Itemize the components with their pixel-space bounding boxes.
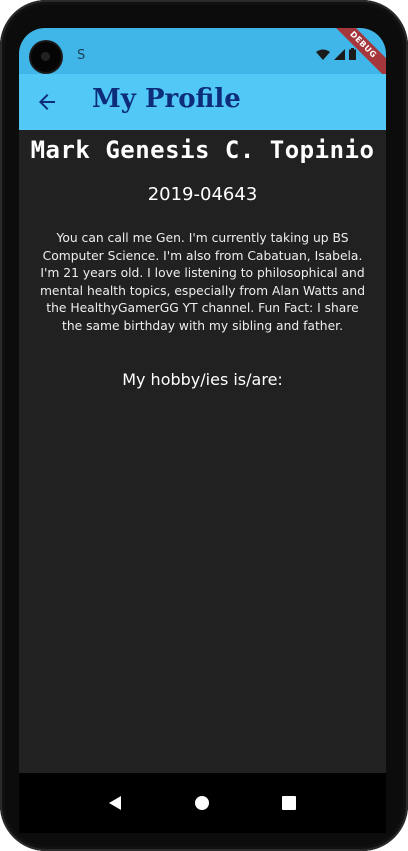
back-button[interactable] [35, 90, 59, 114]
camera-cutout [31, 42, 61, 72]
status-indicator: S [77, 48, 86, 63]
profile-name: Mark Genesis C. Topinio [30, 136, 375, 164]
home-circle-icon [195, 796, 209, 810]
arrow-back-icon [39, 94, 55, 110]
recents-square-icon [282, 796, 296, 810]
page-title: My Profile [92, 84, 241, 114]
profile-bio: You can call me Gen. I'm currently takin… [39, 231, 366, 333]
nav-recents-button[interactable] [275, 789, 303, 817]
wifi-icon [316, 49, 330, 60]
system-nav-bar [19, 773, 386, 833]
screen: S DEBUG My Profile Mark Genesis C. Topin… [19, 28, 386, 833]
hobbies-label: My hobby/ies is/are: [122, 370, 283, 389]
nav-home-button[interactable] [188, 789, 216, 817]
profile-content: Mark Genesis C. Topinio 2019-04643 You c… [19, 130, 386, 773]
signal-icon [334, 49, 345, 60]
back-triangle-icon [109, 796, 121, 810]
status-bar: S DEBUG [19, 28, 386, 82]
battery-icon [349, 48, 356, 60]
app-bar: My Profile [19, 74, 386, 130]
status-icons [316, 48, 356, 60]
nav-back-button[interactable] [101, 789, 129, 817]
student-id: 2019-04643 [147, 184, 258, 205]
phone-frame: S DEBUG My Profile Mark Genesis C. Topin… [0, 0, 408, 851]
